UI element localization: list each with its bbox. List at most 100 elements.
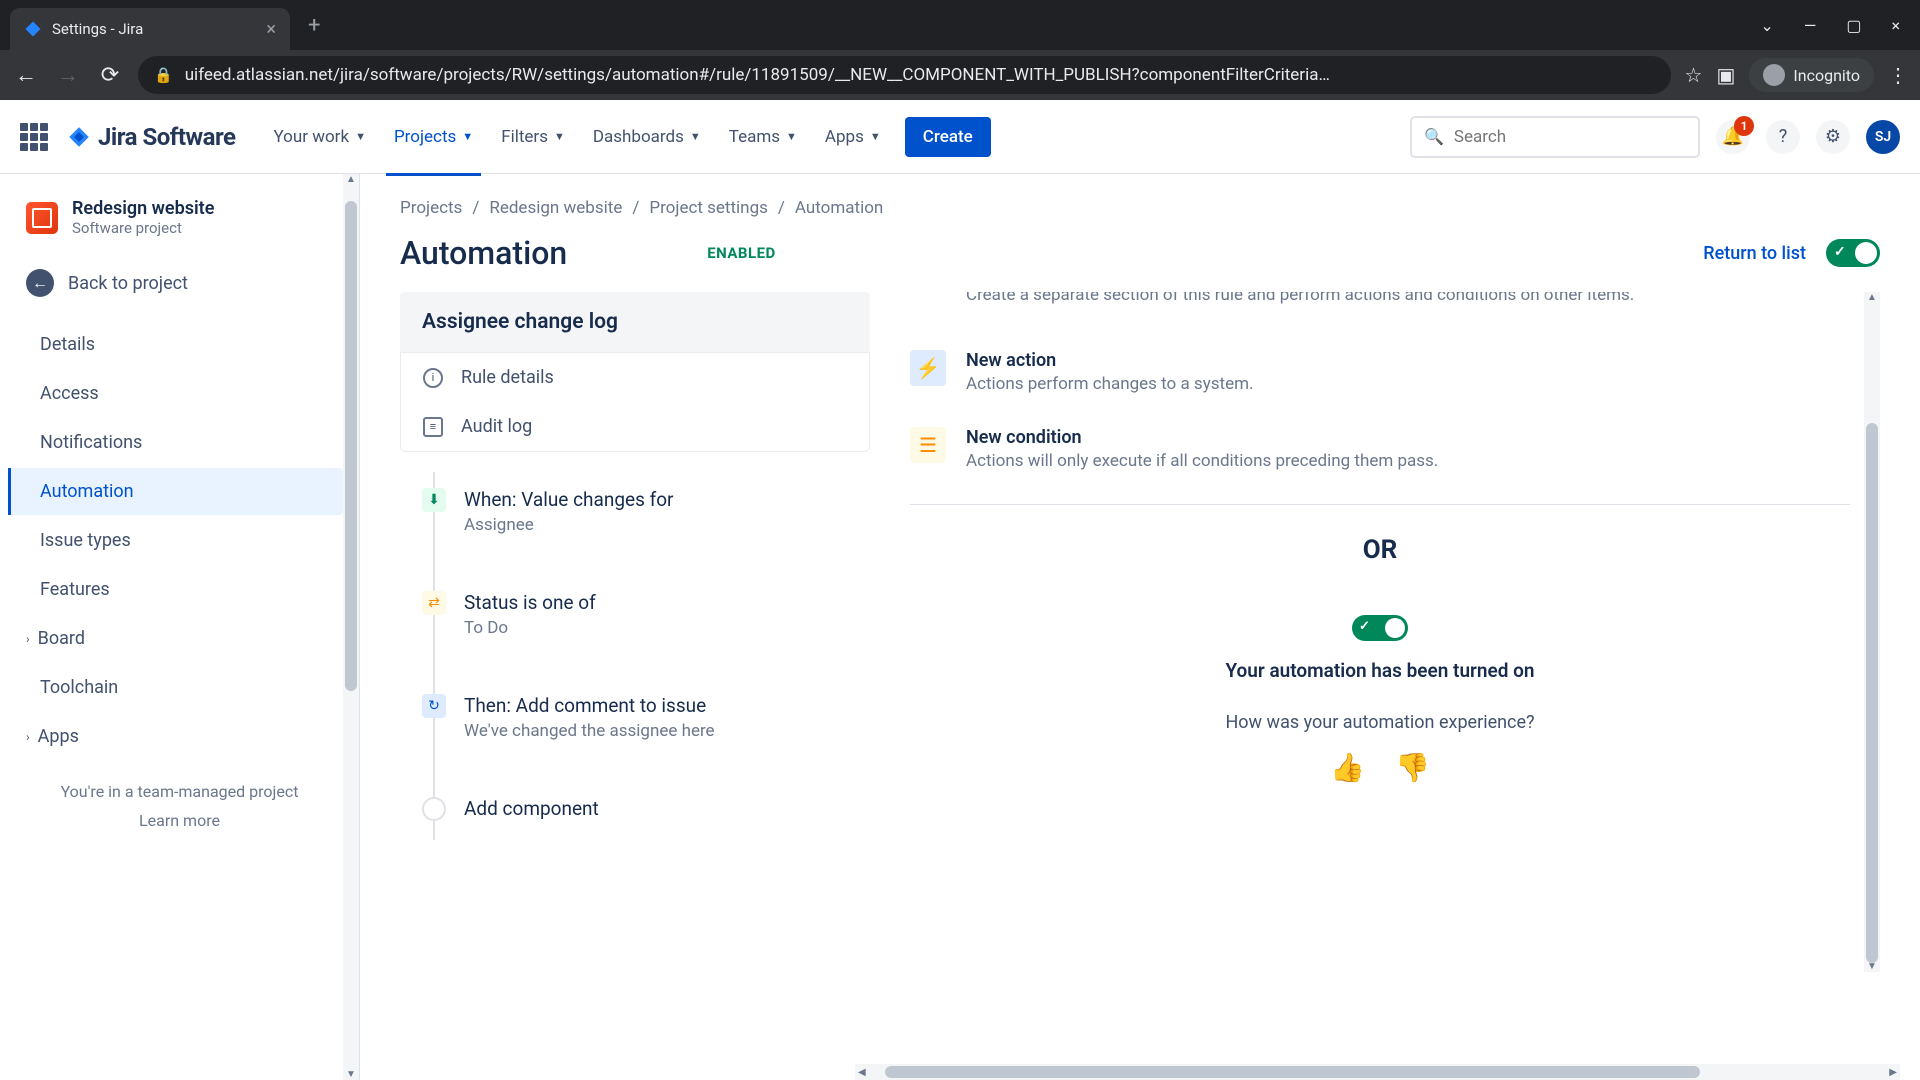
action-icon: ↻: [422, 694, 446, 718]
breadcrumb-settings[interactable]: Project settings: [649, 198, 768, 218]
component-title: New action: [966, 350, 1253, 371]
component-new-action[interactable]: ⚡ New action Actions perform changes to …: [910, 350, 1850, 397]
project-name: Redesign website: [72, 198, 214, 219]
sidebar-item-board[interactable]: ›Board: [16, 615, 343, 662]
step-subtitle: Assignee: [464, 515, 848, 535]
sidebar-item-details[interactable]: Details: [16, 321, 343, 368]
new-tab-button[interactable]: +: [308, 13, 320, 38]
component-desc: Actions perform changes to a system.: [966, 373, 1253, 397]
help-icon[interactable]: ?: [1766, 120, 1800, 154]
chevron-right-icon: ›: [26, 632, 30, 646]
component-new-condition[interactable]: ☰ New condition Actions will only execut…: [910, 427, 1850, 474]
rule-step-action[interactable]: ↻ Then: Add comment to issue We've chang…: [400, 654, 870, 757]
notifications-icon[interactable]: 🔔1: [1716, 120, 1750, 154]
sidebar-scrollbar[interactable]: ▲ ▼: [343, 174, 359, 1080]
chevron-down-icon: ▼: [786, 130, 797, 143]
sidebar-footer: You're in a team-managed project Learn m…: [8, 762, 351, 850]
back-label: Back to project: [68, 273, 188, 294]
audit-log-link[interactable]: ≡ Audit log: [401, 402, 869, 451]
horizontal-scrollbar[interactable]: ◀ ▶: [855, 1064, 1900, 1080]
url-text: uifeed.atlassian.net/jira/software/proje…: [185, 65, 1330, 85]
breadcrumb-project[interactable]: Redesign website: [489, 198, 622, 218]
chevron-down-icon: ▼: [462, 130, 473, 143]
incognito-icon: [1763, 64, 1785, 86]
url-bar[interactable]: 🔒 uifeed.atlassian.net/jira/software/pro…: [138, 56, 1671, 94]
avatar[interactable]: SJ: [1866, 120, 1900, 154]
nav-your-work[interactable]: Your work▼: [264, 119, 376, 155]
breadcrumb-automation[interactable]: Automation: [795, 198, 883, 218]
main-content: Projects / Redesign website / Project se…: [360, 174, 1920, 1080]
feedback-question: How was your automation experience?: [910, 712, 1850, 733]
lightning-icon: ⚡: [910, 350, 946, 386]
sidebar-item-apps[interactable]: ›Apps: [16, 713, 343, 760]
sidebar-item-issue-types[interactable]: Issue types: [16, 517, 343, 564]
app-header: Jira Software Your work▼ Projects▼ Filte…: [0, 100, 1920, 174]
browser-toolbar: ← → ⟳ 🔒 uifeed.atlassian.net/jira/softwa…: [0, 50, 1920, 100]
info-icon: i: [423, 368, 443, 388]
forward-icon: →: [54, 62, 82, 88]
search-icon: 🔍: [1424, 127, 1444, 146]
rule-details-link[interactable]: i Rule details: [401, 353, 869, 402]
tab-close-icon[interactable]: ×: [266, 19, 276, 40]
rule-step-trigger[interactable]: ⬇ When: Value changes for Assignee: [400, 472, 870, 551]
chevron-down-icon[interactable]: ⌄: [1760, 16, 1773, 35]
incognito-label: Incognito: [1793, 66, 1860, 85]
step-subtitle: To Do: [464, 618, 848, 638]
chevron-down-icon: ▼: [870, 130, 881, 143]
jira-logo-icon: [66, 124, 92, 150]
component-desc: Actions will only execute if all conditi…: [966, 450, 1438, 474]
or-divider: OR: [910, 504, 1850, 565]
close-window-icon[interactable]: ×: [1891, 16, 1900, 35]
back-arrow-icon: ←: [26, 269, 54, 297]
sidebar-item-access[interactable]: Access: [16, 370, 343, 417]
sidebar-item-automation[interactable]: Automation: [8, 468, 343, 515]
app-switcher-icon[interactable]: [20, 123, 48, 151]
rule-enabled-toggle[interactable]: [1826, 239, 1880, 267]
logo[interactable]: Jira Software: [66, 123, 236, 151]
create-button[interactable]: Create: [905, 117, 991, 157]
rule-panel: Assignee change log i Rule details ≡ Aud…: [400, 292, 870, 972]
search-input[interactable]: 🔍: [1410, 116, 1700, 158]
automation-on-panel: Your automation has been turned on How w…: [910, 595, 1850, 804]
back-icon[interactable]: ←: [12, 62, 40, 88]
sidebar-item-notifications[interactable]: Notifications: [16, 419, 343, 466]
detail-scrollbar[interactable]: ▲ ▼: [1864, 292, 1880, 972]
browser-tab[interactable]: Settings - Jira ×: [10, 8, 290, 50]
learn-more-link[interactable]: Learn more: [32, 811, 327, 830]
sidebar-item-features[interactable]: Features: [16, 566, 343, 613]
breadcrumb-projects[interactable]: Projects: [400, 198, 462, 218]
nav-teams[interactable]: Teams▼: [719, 119, 807, 155]
incognito-badge[interactable]: Incognito: [1749, 58, 1874, 92]
project-header: Redesign website Software project: [8, 198, 351, 257]
return-to-list-link[interactable]: Return to list: [1703, 243, 1806, 264]
step-title: Then: Add comment to issue: [464, 694, 848, 717]
back-to-project[interactable]: ← Back to project: [8, 257, 351, 309]
nav-filters[interactable]: Filters▼: [491, 119, 575, 155]
minimize-icon[interactable]: —: [1804, 16, 1817, 35]
maximize-icon[interactable]: ▢: [1846, 16, 1861, 35]
page-title: Automation: [400, 234, 567, 272]
menu-icon[interactable]: ⋮: [1888, 63, 1908, 87]
chevron-down-icon: ▼: [355, 130, 366, 143]
breadcrumb: Projects / Redesign website / Project se…: [400, 198, 1880, 218]
extension-icon[interactable]: ▣: [1716, 63, 1735, 87]
star-icon[interactable]: ☆: [1685, 63, 1703, 87]
thumbs-down-icon[interactable]: 👎: [1395, 751, 1430, 784]
jira-favicon: [24, 20, 42, 38]
search-field[interactable]: [1454, 127, 1686, 147]
reload-icon[interactable]: ⟳: [96, 63, 124, 88]
add-component-button[interactable]: Add component: [400, 757, 870, 840]
sidebar-item-toolchain[interactable]: Toolchain: [16, 664, 343, 711]
settings-icon[interactable]: ⚙: [1816, 120, 1850, 154]
rule-step-condition[interactable]: ⇄ Status is one of To Do: [400, 551, 870, 654]
nav-apps[interactable]: Apps▼: [815, 119, 891, 155]
rule-name: Assignee change log: [400, 292, 870, 352]
nav-projects[interactable]: Projects▼: [384, 119, 483, 155]
notification-badge: 1: [1734, 116, 1754, 136]
chevron-right-icon: ›: [26, 730, 30, 744]
component-branch[interactable]: Create a separate section of this rule a…: [910, 292, 1850, 320]
nav-dashboards[interactable]: Dashboards▼: [583, 119, 711, 155]
add-icon: [422, 797, 446, 821]
thumbs-up-icon[interactable]: 👍: [1330, 751, 1365, 784]
chevron-down-icon: ▼: [690, 130, 701, 143]
